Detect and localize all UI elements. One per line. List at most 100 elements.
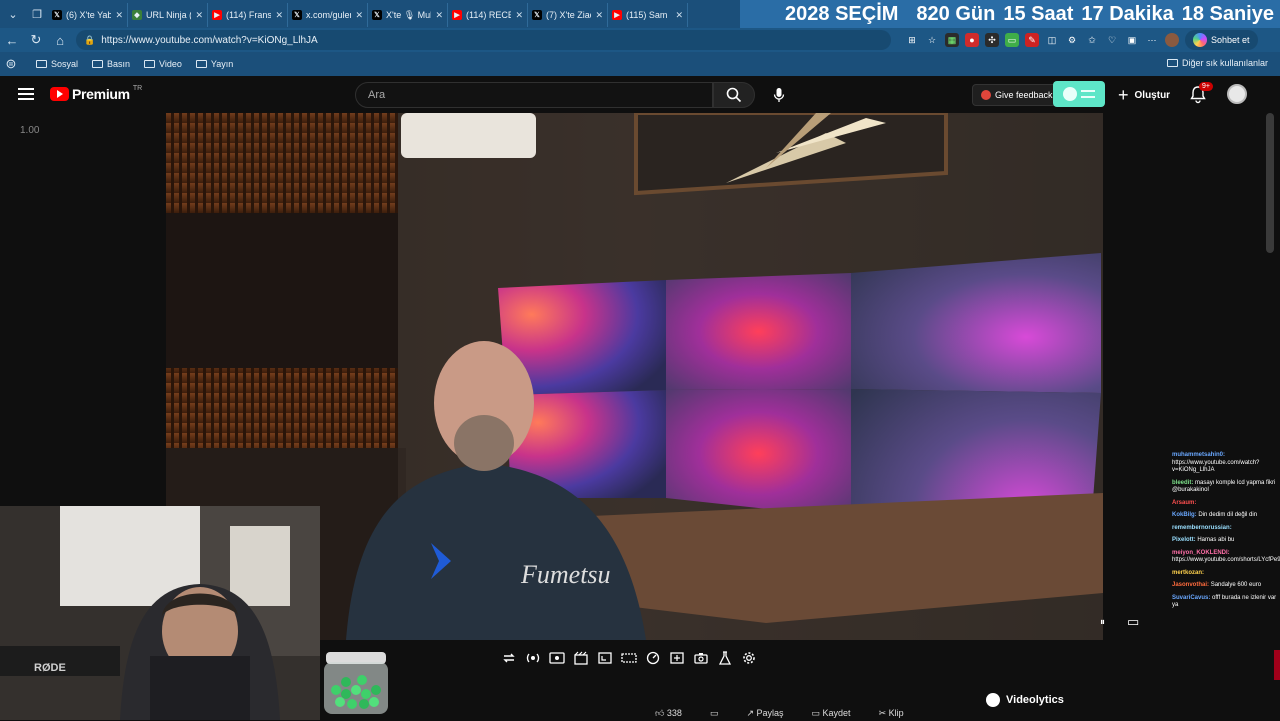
notifications-button[interactable]: 9+ [1190, 82, 1213, 104]
share-button[interactable]: ↗ Paylaş [746, 708, 783, 719]
profile-avatar[interactable] [1165, 33, 1179, 47]
browser-tab[interactable]: ▶ (114) Fransızca✕ [208, 3, 288, 27]
collections-icon[interactable]: ▣ [1125, 33, 1139, 47]
app-available-icon[interactable]: ⊞ [905, 33, 919, 47]
menu-icon[interactable] [18, 86, 34, 102]
bookmark-label: Basın [107, 59, 131, 69]
jar-icon [324, 652, 388, 714]
give-feedback-button[interactable]: Give feedback [972, 84, 1062, 106]
copilot-chat-button[interactable]: Sohbet et [1185, 30, 1258, 50]
bookmark-folder[interactable]: Video [144, 59, 182, 69]
svg-text:Fumetsu: Fumetsu [520, 560, 611, 589]
youtube-premium-logo[interactable]: Premium TR [50, 85, 142, 102]
browser-tab[interactable]: 𝕏 X'te 🎙 Muhbir ✕ [368, 3, 448, 27]
tab-close-icon[interactable]: ✕ [275, 10, 283, 21]
loop-icon[interactable] [500, 649, 518, 667]
audio-broadcast-icon[interactable] [524, 649, 542, 667]
browser-tab[interactable]: 𝕏 (6) X'te Yabancı✕ [48, 3, 128, 27]
tab-close-icon[interactable]: ✕ [595, 10, 603, 21]
speedometer-icon[interactable] [644, 649, 662, 667]
voice-search-button[interactable] [766, 82, 792, 108]
bookmark-folder[interactable]: Sosyal [36, 59, 78, 69]
chat-message: KokBilg: Din dedim dil değil din [1172, 512, 1278, 520]
youtube-icon: ▶ [452, 10, 462, 20]
copilot-icon [1193, 33, 1207, 47]
chat-message: Arsaum: [1172, 500, 1278, 508]
reading-list-icon[interactable]: ⊜ [0, 52, 22, 76]
search-button[interactable] [713, 82, 755, 108]
subtitles-icon[interactable]: ▭ [1127, 614, 1139, 630]
home-icon[interactable]: ⌂ [48, 28, 72, 52]
flask-icon[interactable] [716, 649, 734, 667]
browser-tab[interactable]: ▶ (114) RECEP TA ✕ [448, 3, 528, 27]
workspaces-icon[interactable]: ❐ [26, 3, 48, 25]
tab-label: x.com/gulerkre [306, 10, 351, 20]
feedback-icon [981, 90, 991, 100]
tab-label: (7) X'te Ziad D [546, 10, 591, 20]
chat-username: muhammetsahin0: [1172, 452, 1226, 458]
extension-green-icon[interactable]: ▭ [1005, 33, 1019, 47]
dislike-icon[interactable]: ▭ [710, 708, 719, 719]
gumball-jar-widget [322, 650, 390, 716]
clip-button[interactable]: ✂ Klip [879, 708, 904, 719]
tab-label: (115) Sam [626, 10, 668, 20]
ninja-icon: ◆ [132, 10, 142, 20]
browser-tab[interactable]: ▶ (115) Sam ✕ [608, 3, 688, 27]
extension-stats-icon[interactable]: ▦ [945, 33, 959, 47]
tab-close-icon[interactable]: ✕ [515, 10, 523, 21]
tab-close-icon[interactable]: ✕ [115, 10, 123, 21]
browser-tab[interactable]: 𝕏 (7) X'te Ziad D ✕ [528, 3, 608, 27]
url-text: https://www.youtube.com/watch?v=KiONg_Ll… [101, 34, 318, 46]
browser-essentials-icon[interactable]: ♡ [1105, 33, 1119, 47]
extension-red-icon[interactable]: ● [965, 33, 979, 47]
extension-pen-icon[interactable]: ✎ [1025, 33, 1039, 47]
playback-speed-readout: 1.00 [20, 125, 40, 136]
browser-tab[interactable]: 𝕏x.com/gulerkre ✕ [288, 3, 368, 27]
favorites-icon[interactable]: ✩ [1085, 33, 1099, 47]
page-scrollbar[interactable] [1266, 113, 1274, 253]
extension-puzzle-icon[interactable]: ✣ [985, 33, 999, 47]
extension-icons: ⊞ ☆ ▦ ● ✣ ▭ ✎ ◫ ⚙ ✩ ♡ ▣ ⋯ [905, 33, 1179, 47]
pause-icon[interactable]: ⏸ [1100, 617, 1105, 628]
save-button[interactable]: ▭ Kaydet [812, 708, 851, 719]
fit-screen-icon[interactable] [596, 649, 614, 667]
screenshot-camera-icon[interactable] [692, 649, 710, 667]
extension-toggle-button[interactable] [1053, 81, 1105, 107]
notification-count-badge: 9+ [1199, 82, 1213, 91]
folder-icon [92, 60, 104, 68]
browser-tab[interactable]: ◆ URL Ninja (29) ✕ [128, 3, 208, 27]
other-bookmarks[interactable]: Diğer sık kullanılanlar [1166, 58, 1268, 68]
settings-gear-icon[interactable] [740, 649, 758, 667]
search-input[interactable]: Ara [355, 82, 713, 108]
tab-close-icon[interactable]: ✕ [355, 10, 363, 21]
split-screen-icon[interactable]: ◫ [1045, 33, 1059, 47]
like-button[interactable]: 👍︎ 338 [655, 708, 682, 719]
cinema-icon[interactable] [572, 649, 590, 667]
extensions-icon[interactable]: ⚙ [1065, 33, 1079, 47]
bookmark-folder[interactable]: Basın [92, 59, 130, 69]
theater-mode-icon[interactable] [620, 649, 638, 667]
clip-label: Klip [888, 708, 904, 718]
pip-add-icon[interactable] [668, 649, 686, 667]
folder-icon [1166, 59, 1178, 67]
tab-close-icon[interactable]: ✕ [195, 10, 203, 21]
tab-close-icon[interactable]: ✕ [435, 10, 443, 21]
url-field[interactable]: 🔒 https://www.youtube.com/watch?v=KiONg_… [76, 30, 891, 50]
create-button[interactable]: + Oluştur [1118, 84, 1170, 106]
extension-control-bar [500, 648, 758, 668]
chat-message: SuvariCavus: offf burada ne izlenir var … [1172, 595, 1278, 610]
videolytics-button[interactable]: Videolytics [986, 693, 1064, 707]
tab-close-icon[interactable]: ✕ [675, 10, 683, 21]
tab-list-chevron-icon[interactable]: ⌄ [2, 3, 24, 25]
account-avatar[interactable] [1227, 84, 1247, 104]
favorite-star-icon[interactable]: ☆ [925, 33, 939, 47]
watch-mode-icon[interactable] [548, 649, 566, 667]
feedback-label: Give feedback [995, 90, 1053, 100]
bookmark-folder[interactable]: Yayın [195, 59, 233, 69]
reload-icon[interactable]: ↻ [24, 28, 48, 52]
back-icon[interactable]: ← [0, 28, 24, 52]
tab-label: (114) Fransızca [226, 10, 272, 20]
chat-message: Pixelott: Hamas abi bu [1172, 537, 1278, 545]
microphone-icon [773, 88, 785, 102]
settings-more-icon[interactable]: ⋯ [1145, 33, 1159, 47]
